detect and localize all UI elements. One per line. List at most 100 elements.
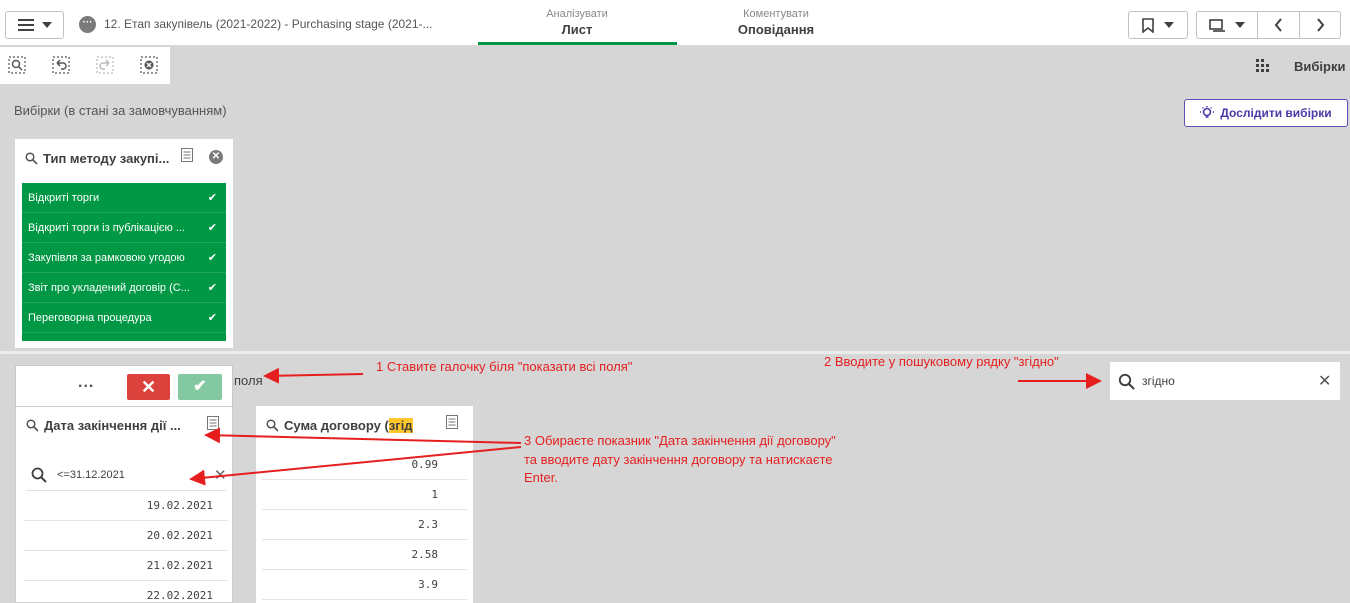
list-item[interactable]: Відкриті торги ✔ — [22, 183, 226, 213]
tab-analyze[interactable]: Аналізувати Лист — [477, 8, 677, 37]
annotation-step2: 2 Вводите у пошуковому рядку "згідно" — [824, 354, 1059, 369]
chevron-left-icon — [1274, 18, 1282, 32]
tab-narrate-sub: Коментувати — [743, 8, 809, 20]
clear-selections-icon — [140, 56, 158, 74]
clear-search-icon[interactable]: ✕ — [214, 466, 227, 484]
list-item[interactable]: Закупівля за рамковою угодою ✔ — [22, 243, 226, 273]
filter-pane-contract-sum: Сума договору (згід 0.99 1 2.3 2.58 3.9 — [256, 406, 473, 603]
tab-narrate[interactable]: Коментувати Оповідання — [676, 8, 876, 37]
hamburger-icon — [17, 19, 34, 31]
filter-pane-end-date-header[interactable]: Дата закінчення дії ... — [26, 418, 181, 433]
clear-search-icon[interactable]: ✕ — [1318, 371, 1331, 391]
checkmark-icon: ✔ — [207, 282, 217, 294]
checkmark-icon: ✔ — [207, 252, 217, 264]
chevron-right-icon — [1316, 18, 1324, 32]
selections-toggle[interactable]: Вибірки — [1294, 59, 1345, 74]
cancel-selection-button[interactable]: ✕ — [127, 374, 170, 400]
list-item[interactable]: 2.3 — [262, 510, 467, 540]
list-icon[interactable] — [446, 415, 458, 429]
show-all-fields-label[interactable]: поля — [234, 373, 263, 388]
selection-toolbar: ... ✕ ✔ — [15, 365, 233, 407]
list-item[interactable]: 20.02.2021 — [24, 521, 228, 551]
list-item[interactable]: 19.02.2021 — [24, 491, 228, 521]
lightbulb-icon — [1200, 106, 1215, 118]
search-icon — [25, 152, 38, 165]
filter-pane-method: Тип методу закупі... ✕ Відкриті торги ✔ В… — [15, 139, 233, 348]
annotation-step3-line2: та вводите дату закінчення договору та н… — [524, 452, 833, 467]
previous-sheet-button[interactable] — [1257, 11, 1300, 39]
search-icon — [266, 419, 279, 432]
top-bar: ··· 12. Етап закупівель (2021-2022) - Pu… — [0, 0, 1350, 46]
section-title: Вибірки (в стані за замовчуванням) — [14, 103, 227, 118]
search-match-highlight: згід — [388, 418, 413, 433]
step-forward-tool[interactable] — [95, 55, 115, 75]
step-back-tool[interactable] — [51, 55, 71, 75]
filter-pane-end-date-title: Дата закінчення дії ... — [44, 418, 181, 433]
app-more-icon[interactable]: ··· — [79, 16, 96, 33]
list-item[interactable]: 1 — [262, 480, 467, 510]
tab-narrate-label: Оповідання — [737, 22, 815, 37]
step-back-icon — [52, 56, 70, 74]
grid-icon[interactable] — [1255, 58, 1271, 74]
list-item-label: Відкриті торги — [28, 191, 100, 204]
list-item-label: Звіт про укладений договір (С... — [28, 281, 190, 294]
chevron-down-icon — [1164, 22, 1174, 28]
chevron-down-icon — [41, 22, 52, 28]
sheet-icon — [1209, 18, 1225, 32]
list-item[interactable]: 22.02.2021 — [24, 581, 228, 603]
next-sheet-button[interactable] — [1299, 11, 1341, 39]
smart-search-icon — [8, 56, 26, 74]
confirm-selection-button[interactable]: ✔ — [178, 374, 222, 400]
bookmark-icon — [1142, 17, 1154, 33]
list-item[interactable]: Переговорна процедура ✔ — [22, 303, 226, 333]
chevron-down-icon — [1235, 22, 1245, 28]
checkmark-icon: ✔ — [207, 312, 217, 324]
list-item[interactable]: 2.58 — [262, 540, 467, 570]
tab-analyze-label: Лист — [561, 22, 593, 37]
clear-selection-icon[interactable]: ✕ — [209, 150, 223, 164]
bookmark-button[interactable] — [1128, 11, 1188, 39]
list-item[interactable]: Звіт про укладений договір (С... ✔ — [22, 273, 226, 303]
panel-divider[interactable] — [0, 351, 1350, 354]
app-title[interactable]: 12. Етап закупівель (2021-2022) - Purcha… — [104, 17, 433, 31]
list-item[interactable]: 3.9 — [262, 570, 467, 600]
explore-selections-button[interactable]: Дослідити вибірки — [1184, 99, 1348, 127]
explore-selections-label: Дослідити вибірки — [1220, 106, 1332, 120]
filter-pane-contract-sum-title: Сума договору ( — [284, 418, 389, 433]
selection-tools — [0, 47, 170, 84]
date-search-value: <=31.12.2021 — [57, 469, 125, 481]
main-menu-button[interactable] — [5, 11, 64, 39]
search-icon — [26, 419, 39, 432]
method-values-list: Відкриті торги ✔ Відкриті торги із публік… — [22, 183, 226, 341]
sheet-button[interactable] — [1196, 11, 1258, 39]
annotation-step3-line1: 3 Обираєте показник "Дата закінчення дії… — [524, 433, 836, 448]
list-icon[interactable] — [181, 148, 193, 162]
clear-all-tool[interactable] — [139, 55, 159, 75]
arrow-step1 — [263, 367, 364, 384]
more-options-button[interactable]: ... — [78, 374, 94, 392]
tab-analyze-sub: Аналізувати — [546, 8, 608, 20]
search-icon — [31, 467, 47, 483]
checkmark-icon: ✔ — [207, 222, 217, 234]
list-item-label: Переговорна процедура — [28, 311, 152, 324]
list-item[interactable]: 21.02.2021 — [24, 551, 228, 581]
step-forward-icon — [96, 56, 114, 74]
checkmark-icon: ✔ — [207, 192, 217, 204]
filter-pane-method-header[interactable]: Тип методу закупі... — [25, 151, 169, 166]
annotation-step1: 1 Ставите галочку біля "показати всі пол… — [376, 359, 633, 374]
filter-pane-end-date: Дата закінчення дії ... <=31.12.2021 ✕ 1… — [15, 407, 233, 603]
active-tab-indicator — [478, 42, 677, 45]
smart-search-tool[interactable] — [7, 55, 27, 75]
list-item[interactable]: 0.99 — [262, 450, 467, 480]
search-icon — [1118, 373, 1135, 390]
list-item-label: Закупівля за рамковою угодою — [28, 251, 185, 264]
filter-pane-contract-sum-header[interactable]: Сума договору (згід — [266, 418, 413, 433]
list-item[interactable]: Відкриті торги із публікацією ... ✔ — [22, 213, 226, 243]
date-search-input[interactable]: <=31.12.2021 ✕ — [26, 461, 227, 491]
field-search-value: згідно — [1142, 374, 1175, 388]
field-search-input[interactable]: згідно ✕ — [1110, 362, 1340, 400]
annotation-step3-line3: Enter. — [524, 470, 558, 485]
filter-pane-method-title: Тип методу закупі... — [43, 151, 170, 166]
list-icon[interactable] — [207, 416, 219, 430]
list-item-label: Відкриті торги із публікацією ... — [28, 221, 185, 234]
